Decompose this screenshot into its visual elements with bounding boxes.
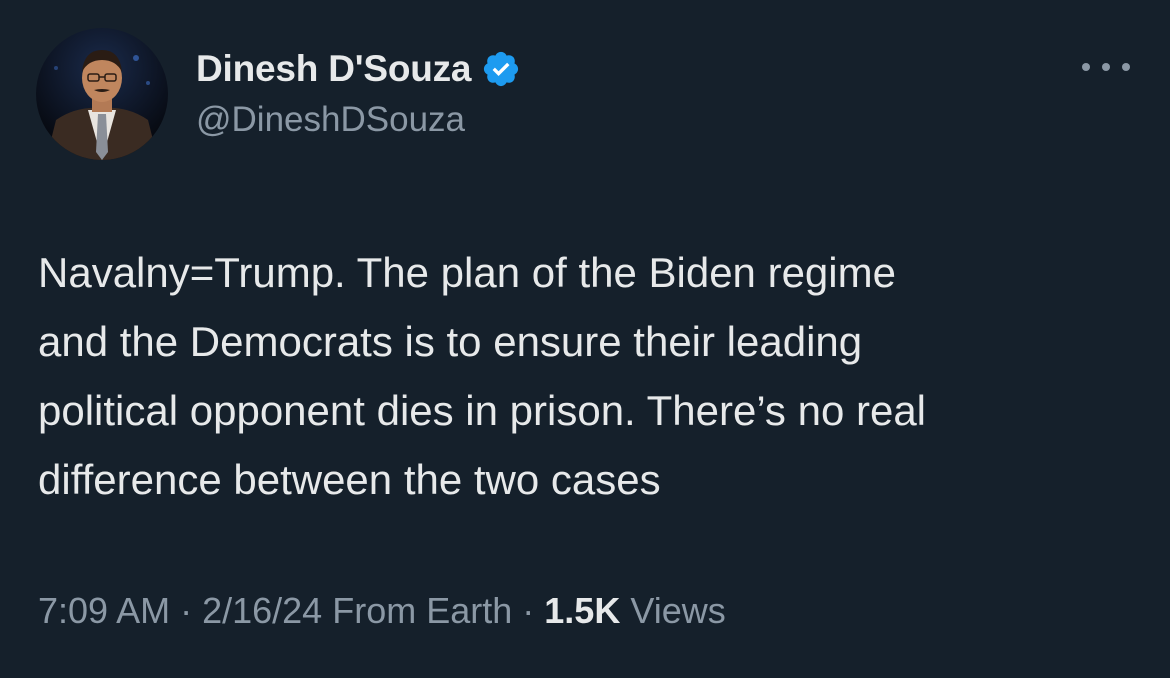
author-name-row: Dinesh D'Souza [196,44,521,94]
more-dot [1122,63,1130,71]
meta-separator: · [180,590,193,631]
tweet-date[interactable]: 2/16/24 [202,590,322,632]
author-handle[interactable]: @DineshDSouza [196,100,465,140]
views-count[interactable]: 1.5K [544,590,620,632]
tweet-card: Dinesh D'Souza @DineshDSouza Navalny=Tru… [0,0,1170,678]
more-dot [1082,63,1090,71]
tweet-text-line: Navalny=Trump. The plan of the Biden reg… [38,249,896,296]
tweet-source: From Earth [332,590,513,631]
tweet-time[interactable]: 7:09 AM [38,590,170,632]
verified-badge-icon[interactable] [481,49,521,89]
author-display-name[interactable]: Dinesh D'Souza [196,48,472,90]
tweet-text-line: difference between the two cases [38,456,661,503]
tweet-text: Navalny=Trump. The plan of the Biden reg… [38,238,1138,514]
tweet-meta: 7:09 AM · 2/16/24 From Earth · 1.5K View… [38,590,726,632]
tweet-text-line: political opponent dies in prison. There… [38,387,927,434]
tweet-text-line: and the Democrats is to ensure their lea… [38,318,863,365]
more-dot [1102,63,1110,71]
avatar-image [36,28,168,160]
more-horizontal-icon[interactable] [1082,52,1130,82]
views-label[interactable]: Views [630,590,725,632]
meta-separator: · [522,590,535,631]
avatar[interactable] [36,28,168,160]
